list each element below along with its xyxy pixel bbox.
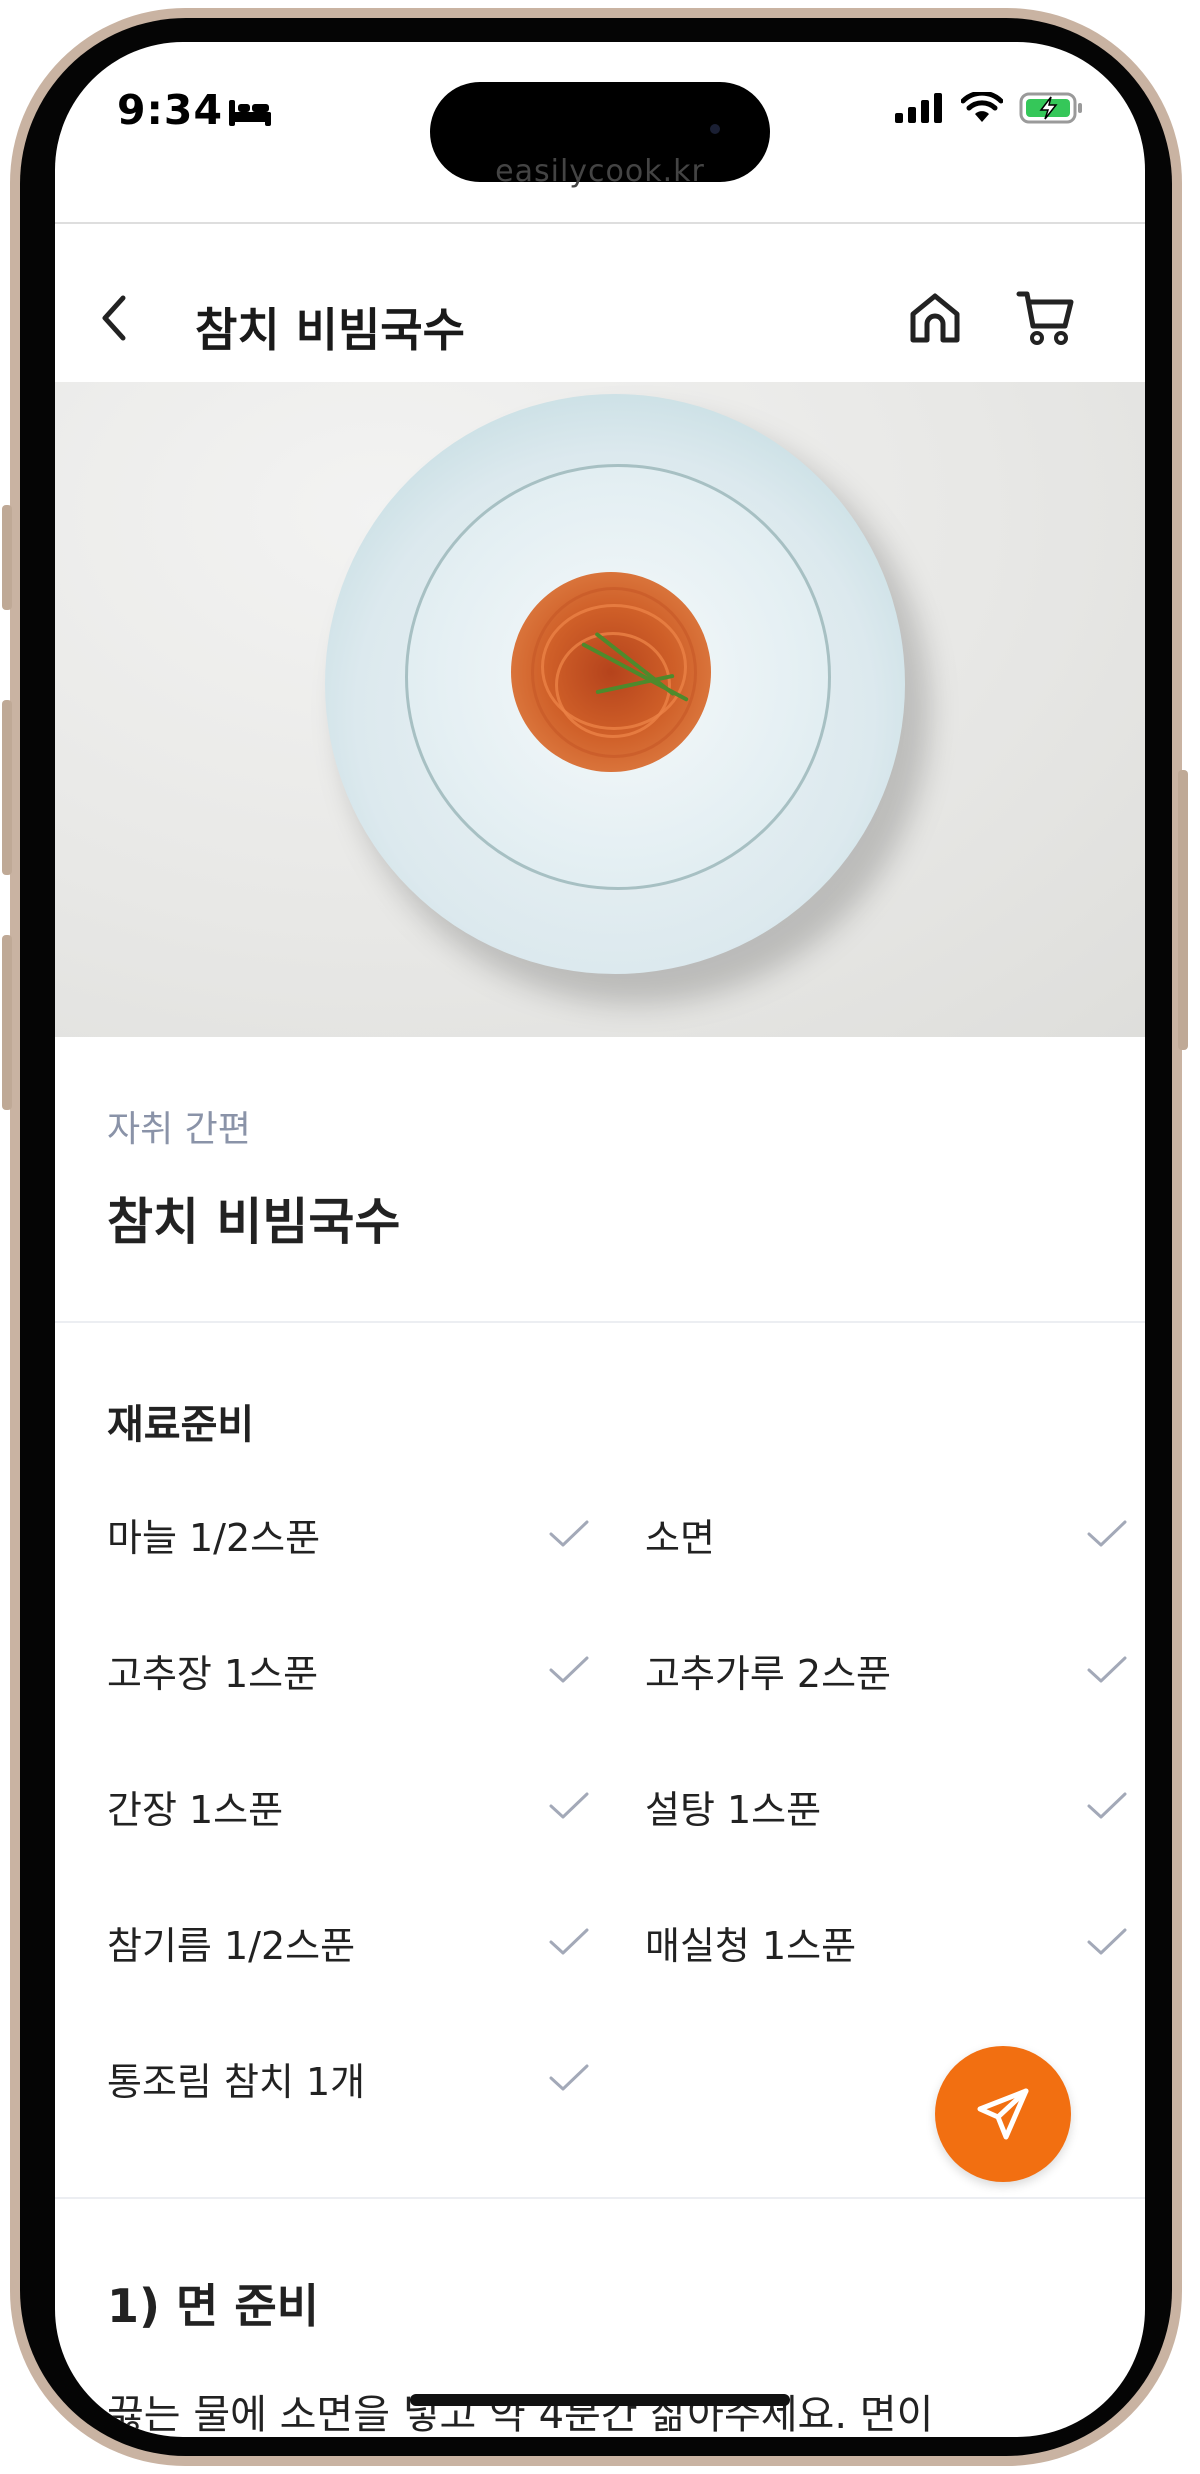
recipe-photo	[55, 382, 1145, 1037]
send-icon	[977, 2088, 1029, 2140]
ingredient-label: 고추장 1스푼	[107, 1651, 319, 1696]
recipe-title: 참치 비빔국수	[107, 1193, 401, 1251]
section-divider	[55, 2197, 1145, 2199]
ingredient-item[interactable]: 소면	[645, 1504, 1145, 1564]
recipe-category: 자취 간편	[107, 1109, 251, 1150]
ingredient-label: 소면	[645, 1515, 715, 1560]
home-indicator[interactable]	[410, 2394, 790, 2406]
ingredient-item[interactable]: 통조림 참치 1개	[107, 2048, 607, 2108]
ingredient-item[interactable]: 고추장 1스푼	[107, 1640, 607, 1700]
home-icon[interactable]	[905, 288, 965, 348]
back-icon[interactable]	[95, 290, 135, 346]
action-button	[2, 505, 12, 610]
signal-icon	[895, 93, 942, 123]
ingredient-item[interactable]: 설탕 1스푼	[645, 1776, 1145, 1836]
volume-up-button	[2, 700, 12, 875]
ingredient-label: 설탕 1스푼	[645, 1787, 822, 1832]
bed-icon	[229, 100, 271, 126]
section-divider	[55, 1321, 1145, 1323]
battery-charging-icon	[1019, 92, 1082, 124]
check-icon[interactable]	[1085, 1654, 1129, 1686]
screen: 9:34 easilycook.kr 참치 비빔국수 자취 간편 참치 비빔국수…	[55, 42, 1145, 2437]
ingredient-label: 고추가루 2스푼	[645, 1651, 892, 1696]
check-icon[interactable]	[1085, 1518, 1129, 1550]
check-icon[interactable]	[547, 1654, 591, 1686]
address-bar-url[interactable]: easilycook.kr	[55, 154, 1145, 189]
header-title: 참치 비빔국수	[195, 303, 465, 357]
ingredient-label: 마늘 1/2스푼	[107, 1515, 321, 1560]
ingredient-label: 참기름 1/2스푼	[107, 1923, 356, 1968]
check-icon[interactable]	[1085, 1926, 1129, 1958]
ingredient-item[interactable]: 마늘 1/2스푼	[107, 1504, 607, 1564]
ingredient-item[interactable]: 매실청 1스푼	[645, 1912, 1145, 1972]
ingredient-item[interactable]: 간장 1스푼	[107, 1776, 607, 1836]
ingredient-item[interactable]: 참기름 1/2스푼	[107, 1912, 607, 1972]
check-icon[interactable]	[547, 1518, 591, 1550]
check-icon[interactable]	[547, 2062, 591, 2094]
ingredient-label: 간장 1스푼	[107, 1787, 284, 1832]
check-icon[interactable]	[547, 1790, 591, 1822]
check-icon[interactable]	[547, 1926, 591, 1958]
power-button	[1178, 770, 1188, 1050]
check-icon[interactable]	[1085, 1790, 1129, 1822]
step-text: 끓는 물에 소면을 넣고 약 4분간 삶아주세요. 면이	[107, 2392, 934, 2437]
status-icons	[895, 92, 1085, 124]
share-button[interactable]	[935, 2046, 1071, 2182]
step-title: 1) 면 준비	[107, 2279, 320, 2333]
wifi-icon	[961, 92, 1003, 122]
ingredient-item[interactable]: 고추가루 2스푼	[645, 1640, 1145, 1700]
ingredient-label: 매실청 1스푼	[645, 1923, 857, 1968]
volume-down-button	[2, 935, 12, 1110]
status-time: 9:34	[117, 86, 223, 134]
ingredients-section-title: 재료준비	[107, 1402, 255, 1448]
cart-icon[interactable]	[1015, 286, 1077, 348]
ingredient-label: 통조림 참치 1개	[107, 2059, 366, 2104]
